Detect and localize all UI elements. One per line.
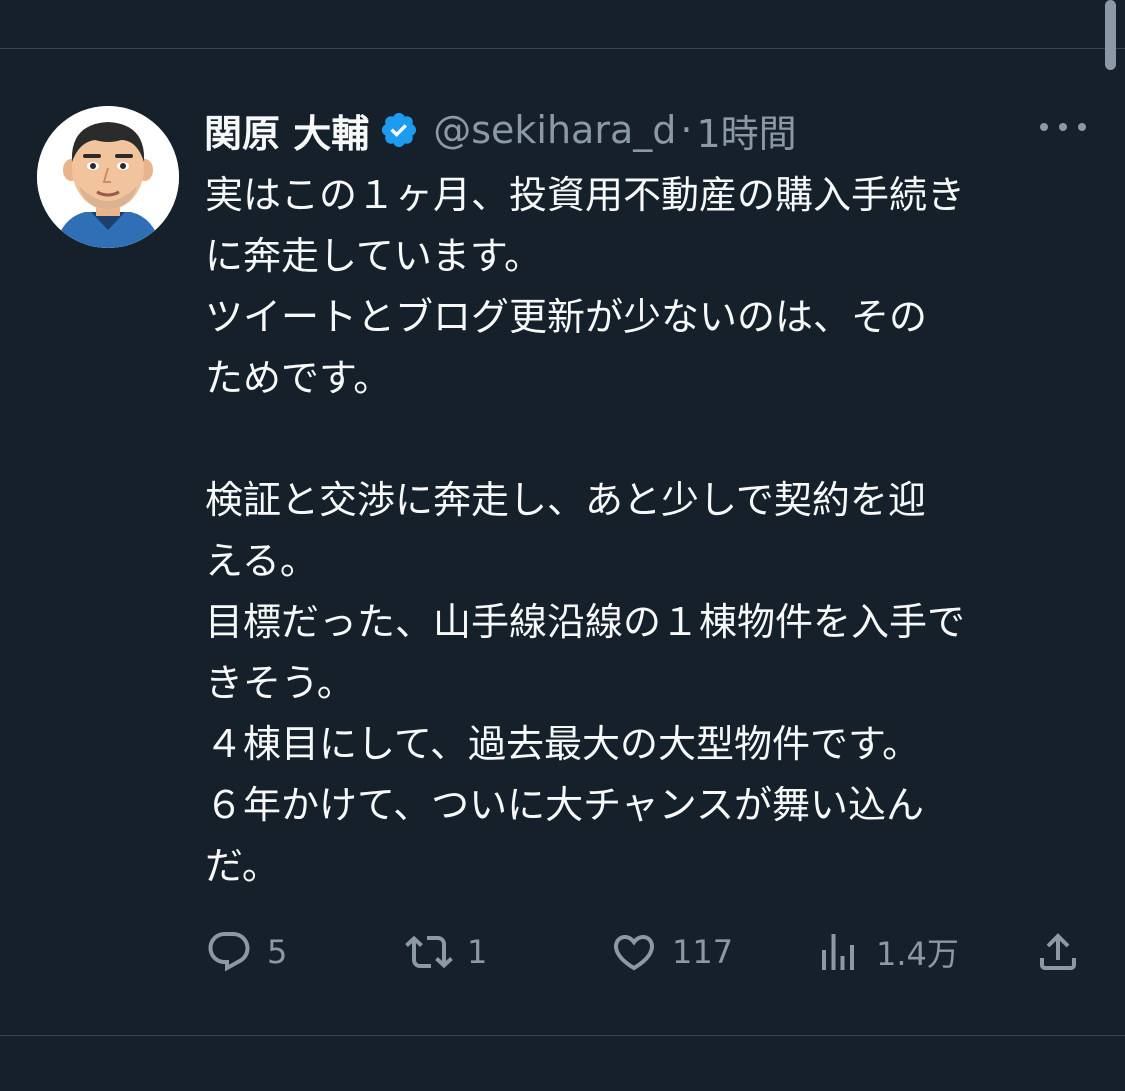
tweet-header: 関原 大輔 @sekihara_d · 1時間	[204, 100, 904, 160]
bottom-divider	[0, 1035, 1125, 1036]
like-button[interactable]: 117	[610, 925, 733, 979]
views-button[interactable]: 1.4万	[814, 925, 959, 979]
tweet-text-line: ツイートとブログ更新が少ないのは、その	[205, 295, 928, 339]
verified-badge-icon	[379, 110, 419, 150]
tweet-text-line: ４棟目にして、過去最大の大型物件です。	[205, 722, 921, 766]
retweet-count: 1	[467, 933, 488, 971]
retweet-button[interactable]: 1	[405, 925, 487, 979]
tweet-text-line: ためです。	[205, 356, 392, 400]
avatar-illustration	[37, 106, 179, 248]
reply-button[interactable]: 5	[205, 925, 287, 979]
tweet-text-line: 検証と交渉に奔走し、あと少しで契約を迎	[205, 478, 926, 522]
separator-dot: ·	[680, 108, 693, 152]
tweet-page: 関原 大輔 @sekihara_d · 1時間 実はこの１ヶ月、投資用不動産の購…	[0, 0, 1125, 1091]
display-name[interactable]: 関原 大輔	[204, 103, 369, 158]
views-count: 1.4万	[876, 935, 959, 973]
user-handle[interactable]: @sekihara_d	[433, 108, 676, 152]
tweet-text: 実はこの１ヶ月、投資用不動産の購入手続き に奔走しています。 ツイートとブログ更…	[205, 165, 1095, 897]
timestamp[interactable]: 1時間	[696, 103, 796, 158]
tweet-text-line: 実はこの１ヶ月、投資用不動産の購入手続き	[205, 173, 966, 217]
tweet-text-line: きそう。	[205, 661, 355, 705]
heart-icon	[613, 935, 655, 971]
tweet-text-line: 目標だった、山手線沿線の１棟物件を入手で	[205, 600, 966, 644]
tweet-text-line: える。	[205, 539, 318, 583]
reply-icon	[208, 932, 250, 972]
tweet-text-line: だ。	[205, 844, 280, 888]
reply-count: 5	[267, 933, 288, 971]
tweet-text-line: ６年かけて、ついに大チャンスが舞い込ん	[205, 783, 924, 827]
action-bar: 5 1 117 1.4万	[0, 925, 1125, 979]
like-count: 117	[672, 933, 734, 971]
retweet-icon	[405, 935, 453, 969]
bar-chart-icon	[822, 934, 854, 970]
share-icon	[1040, 933, 1076, 970]
avatar[interactable]	[37, 106, 179, 248]
more-options-icon[interactable]	[1040, 112, 1086, 142]
share-button[interactable]	[1034, 925, 1082, 979]
top-divider	[0, 48, 1125, 49]
scrollbar[interactable]	[1105, 0, 1116, 70]
tweet-text-line: に奔走しています。	[205, 234, 543, 278]
